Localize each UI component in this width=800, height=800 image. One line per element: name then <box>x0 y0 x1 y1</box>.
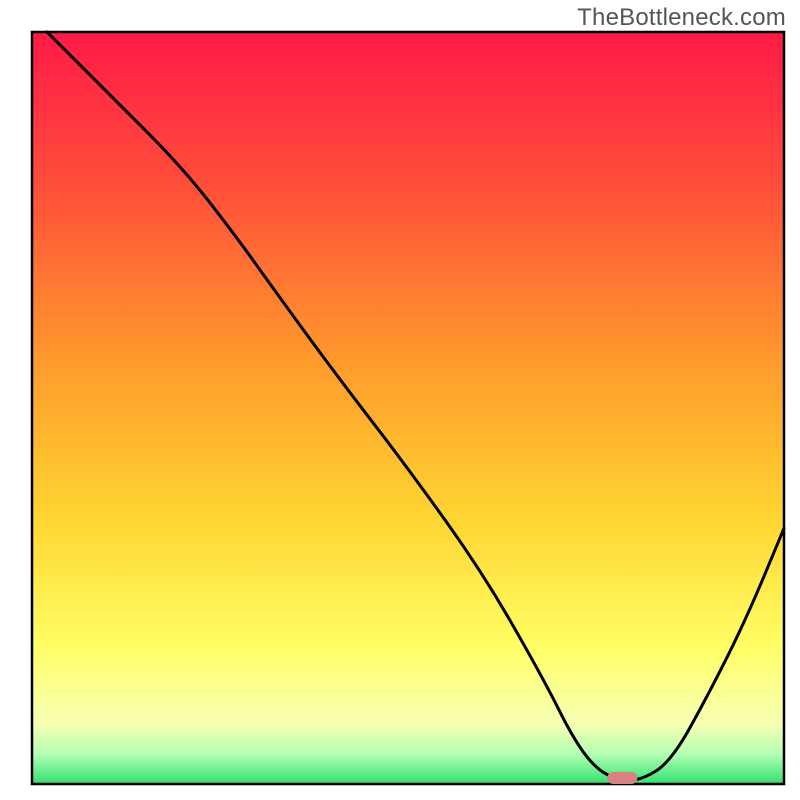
plot-background <box>32 32 784 784</box>
chart-svg <box>0 0 800 800</box>
optimal-marker <box>607 772 637 784</box>
bottleneck-chart: TheBottleneck.com <box>0 0 800 800</box>
watermark-text: TheBottleneck.com <box>577 4 786 32</box>
